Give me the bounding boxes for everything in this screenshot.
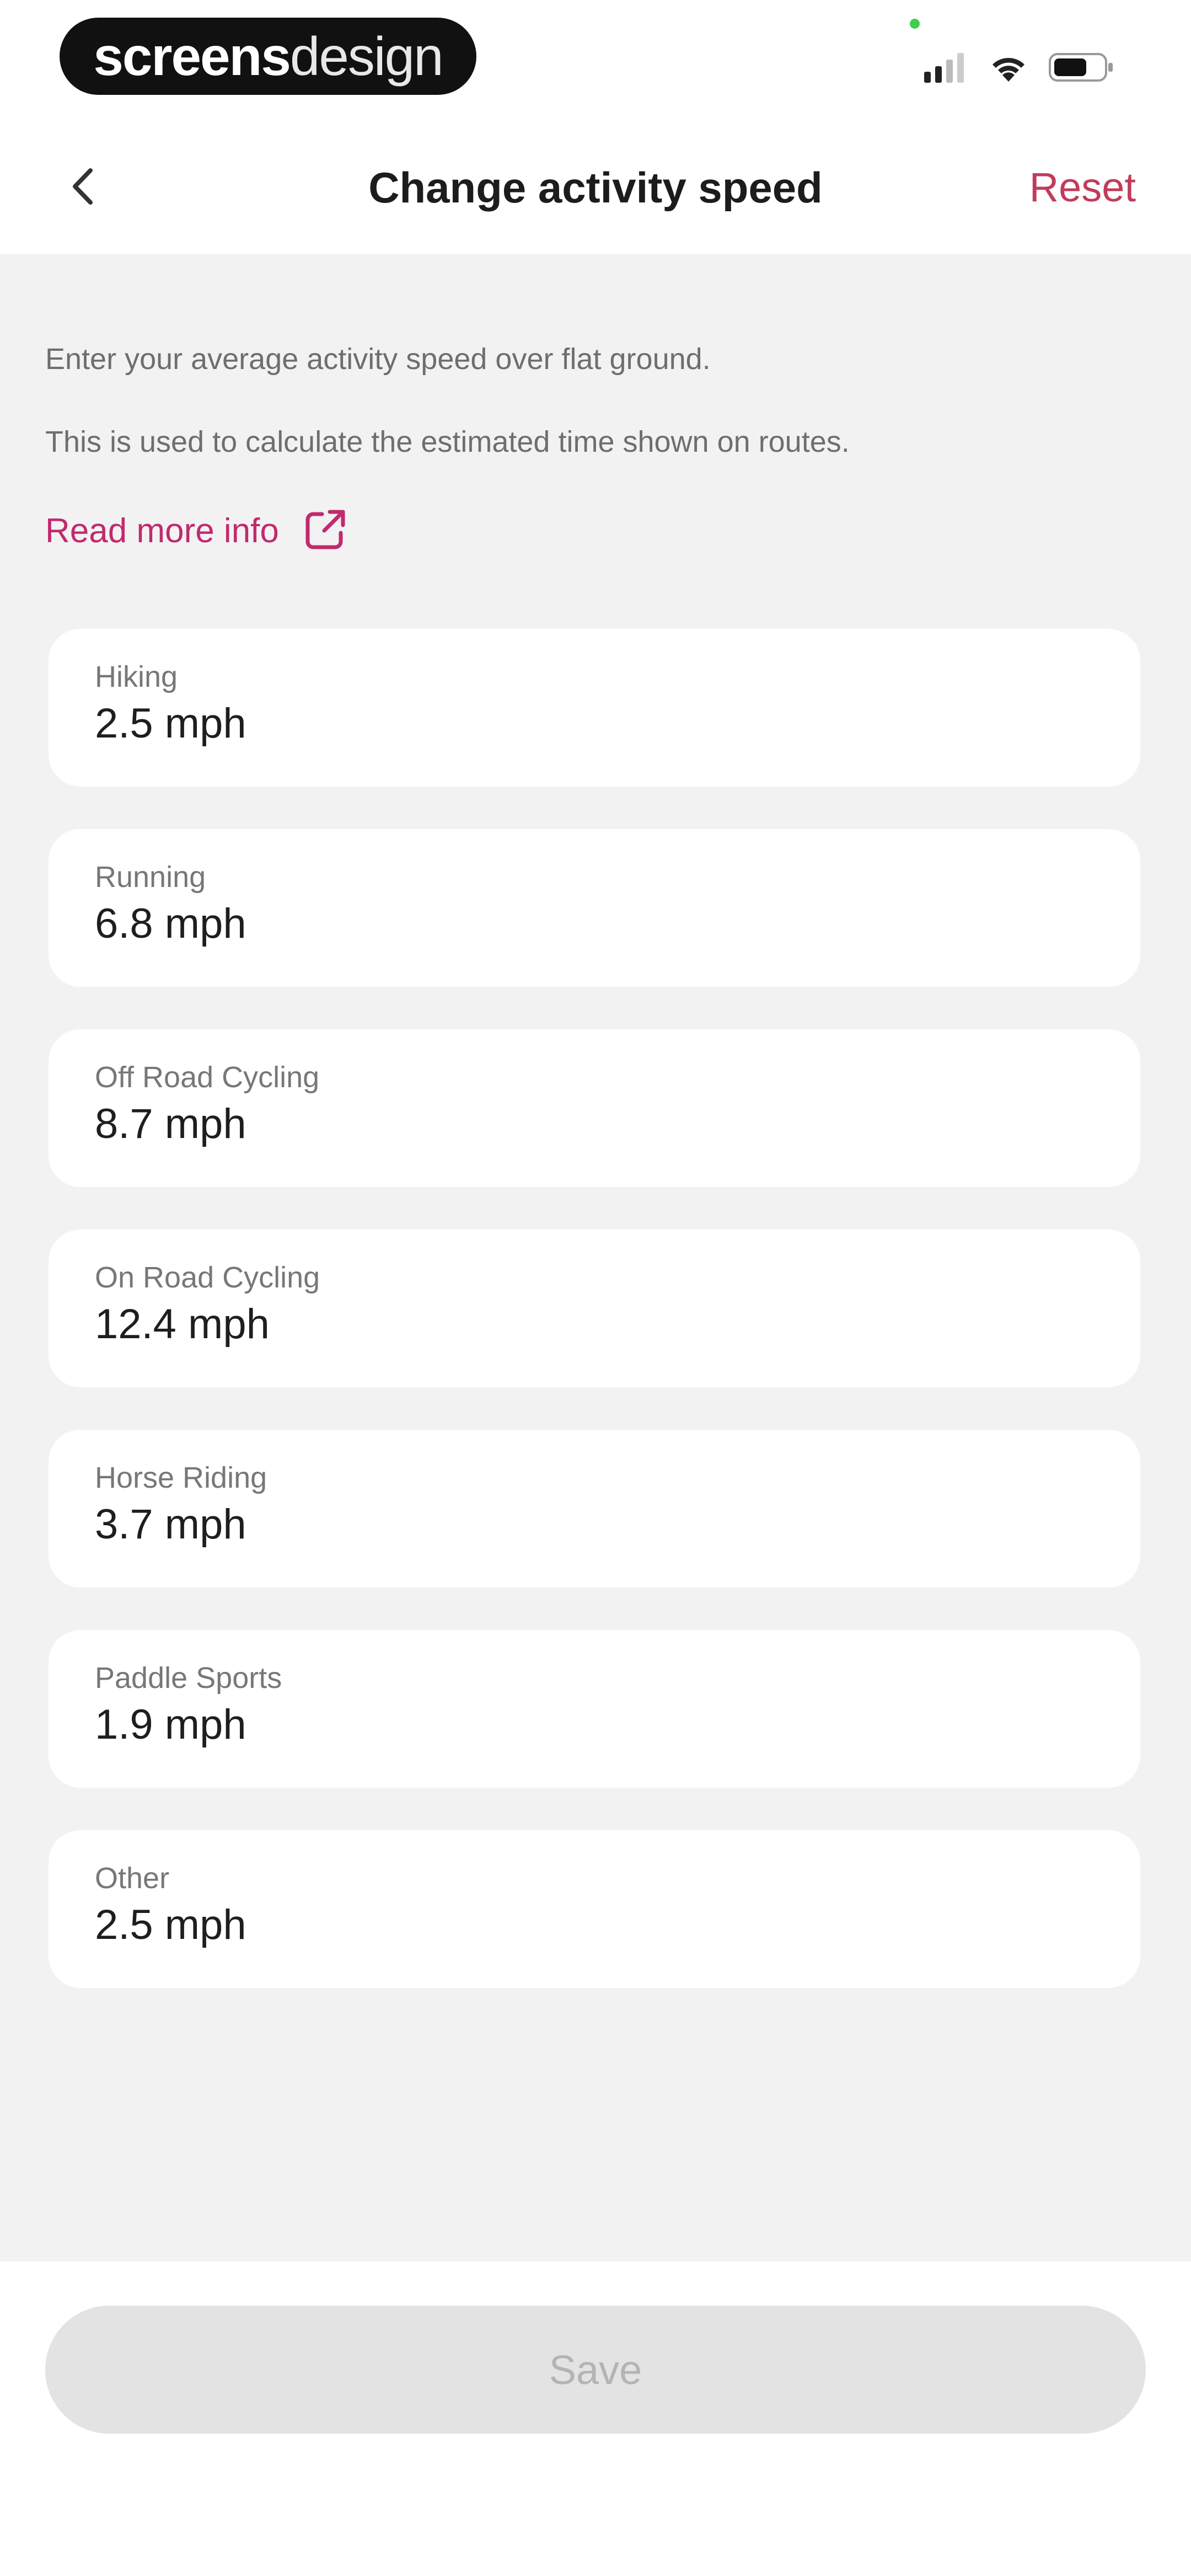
status-bar: screensdesign	[0, 0, 1191, 121]
activity-label: Horse Riding	[95, 1461, 267, 1494]
activity-speed-value: 12.4 mph	[95, 1301, 270, 1348]
activity-speed-value: 2.5 mph	[95, 1901, 246, 1948]
activity-speed-field-on-road-cycling[interactable]: On Road Cycling 12.4 mph	[49, 1230, 1140, 1387]
nav-header: Change activity speed Reset	[0, 121, 1191, 254]
back-button[interactable]	[55, 160, 110, 215]
brand-logo: screensdesign	[93, 25, 444, 88]
activity-speed-field-running[interactable]: Running 6.8 mph	[49, 829, 1140, 987]
status-icons	[924, 47, 1115, 87]
chevron-left-icon	[71, 167, 95, 209]
activity-speed-value: 8.7 mph	[95, 1100, 246, 1147]
wifi-icon	[990, 53, 1027, 82]
brand-logo-part2: design	[289, 25, 444, 87]
activity-label: Running	[95, 861, 206, 894]
brand-badge: screensdesign	[60, 18, 476, 95]
activity-speed-value: 1.9 mph	[95, 1701, 246, 1748]
activity-label: Off Road Cycling	[95, 1061, 320, 1094]
app-screen: screensdesign Change activity speed Rese…	[0, 0, 1191, 2576]
read-more-link[interactable]: Read more info	[45, 507, 347, 554]
activity-speed-value: 6.8 mph	[95, 900, 246, 947]
battery-icon	[1049, 52, 1115, 83]
activity-speed-field-other[interactable]: Other 2.5 mph	[49, 1830, 1140, 1988]
activity-speed-value: 2.5 mph	[95, 700, 246, 747]
cellular-signal-icon	[924, 52, 968, 83]
intro-text-line-2: This is used to calculate the estimated …	[45, 425, 850, 458]
activity-speed-field-paddle-sports[interactable]: Paddle Sports 1.9 mph	[49, 1630, 1140, 1788]
privacy-indicator-dot	[910, 19, 920, 29]
save-button[interactable]: Save	[45, 2306, 1146, 2434]
read-more-label: Read more info	[45, 512, 279, 550]
footer-bar: Save	[0, 2262, 1191, 2576]
reset-button[interactable]: Reset	[1029, 121, 1136, 254]
activity-speed-field-hiking[interactable]: Hiking 2.5 mph	[49, 629, 1140, 787]
activity-label: Other	[95, 1862, 170, 1895]
activity-speed-field-off-road-cycling[interactable]: Off Road Cycling 8.7 mph	[49, 1029, 1140, 1187]
external-link-icon	[303, 507, 347, 554]
intro-text-line-1: Enter your average activity speed over f…	[45, 343, 711, 376]
page-title: Change activity speed	[368, 163, 823, 212]
activity-label: On Road Cycling	[95, 1261, 320, 1294]
brand-logo-part1: screens	[93, 25, 291, 87]
activity-speed-value: 3.7 mph	[95, 1501, 246, 1548]
activity-speed-field-horse-riding[interactable]: Horse Riding 3.7 mph	[49, 1430, 1140, 1588]
activity-label: Paddle Sports	[95, 1661, 282, 1695]
settings-content: Enter your average activity speed over f…	[0, 254, 1191, 2262]
activity-label: Hiking	[95, 660, 178, 693]
